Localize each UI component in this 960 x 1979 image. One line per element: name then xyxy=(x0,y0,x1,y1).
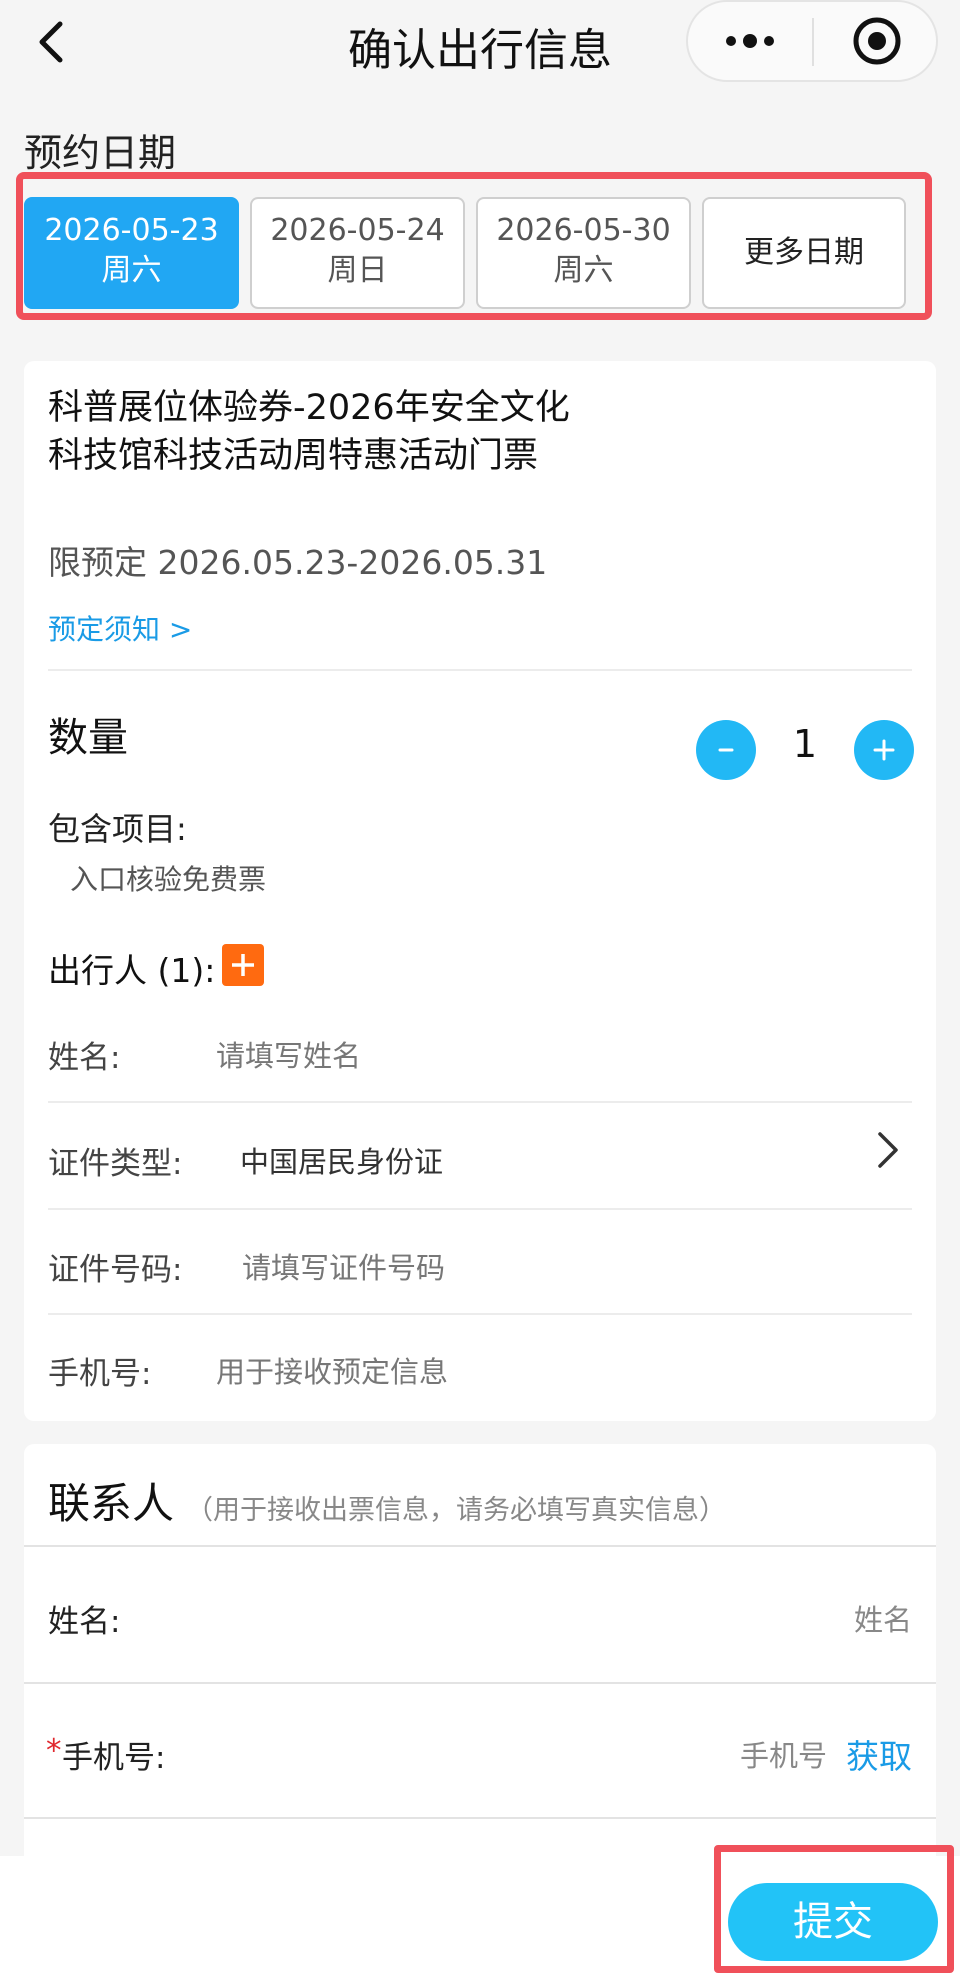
divider xyxy=(24,1545,936,1547)
id-type-select[interactable]: 中国居民身份证 xyxy=(240,1139,443,1181)
plus-icon xyxy=(232,954,254,976)
target-circle-icon xyxy=(853,17,901,65)
chevron-left-icon xyxy=(39,21,63,63)
quantity-increase-button[interactable] xyxy=(854,720,914,780)
contact-name-input[interactable]: 姓名 xyxy=(854,1597,912,1639)
capsule-divider xyxy=(812,18,814,66)
more-dots-icon xyxy=(726,34,774,48)
traveler-label: 出行人 (1): xyxy=(48,951,216,990)
traveler-phone-input[interactable]: 用于接收预定信息 xyxy=(216,1349,448,1391)
includes-label: 包含项目: xyxy=(48,810,187,848)
back-button[interactable] xyxy=(30,12,80,72)
contact-phone-input[interactable]: 手机号 xyxy=(740,1733,827,1775)
add-traveler-button[interactable] xyxy=(222,944,264,986)
ticket-date-limit: 限预定 2026.05.23-2026.05.31 xyxy=(48,543,548,582)
booking-notice-link[interactable]: 预定须知 > xyxy=(48,608,192,648)
minus-icon xyxy=(718,748,734,752)
quantity-value: 1 xyxy=(792,722,818,766)
id-number-label: 证件号码: xyxy=(48,1252,183,1288)
quantity-decrease-button[interactable] xyxy=(696,720,756,780)
close-miniprogram-button[interactable] xyxy=(830,8,930,74)
divider xyxy=(48,1208,912,1210)
traveler-phone-label: 手机号: xyxy=(48,1356,152,1392)
traveler-name-input[interactable]: 请填写姓名 xyxy=(216,1033,361,1075)
fetch-phone-button[interactable]: 获取 xyxy=(846,1730,912,1778)
id-type-label: 证件类型: xyxy=(48,1146,183,1182)
contact-name-label: 姓名: xyxy=(48,1604,121,1640)
required-asterisk: * xyxy=(46,1733,62,1769)
divider xyxy=(48,669,912,671)
contact-title: 联系人 xyxy=(48,1479,175,1528)
divider xyxy=(24,1682,936,1684)
highlight-box xyxy=(714,1845,954,1973)
includes-item: 入口核验免费票 xyxy=(70,863,267,896)
divider xyxy=(48,1101,912,1103)
more-options-button[interactable] xyxy=(705,8,805,74)
plus-icon xyxy=(873,739,895,761)
ticket-title: 科普展位体验券-2026年安全文化科技馆科技活动周特惠活动门票 xyxy=(48,388,570,476)
highlight-box xyxy=(16,172,932,320)
traveler-name-label: 姓名: xyxy=(48,1040,121,1076)
quantity-label: 数量 xyxy=(48,715,128,761)
contact-hint: （用于接收出票信息，请务必填写真实信息） xyxy=(186,1495,726,1526)
contact-phone-label: 手机号: xyxy=(62,1740,166,1776)
date-section-title: 预约日期 xyxy=(24,131,177,175)
id-number-input[interactable]: 请填写证件号码 xyxy=(242,1245,445,1287)
chevron-right-icon[interactable] xyxy=(872,1128,902,1172)
divider xyxy=(48,1313,912,1315)
divider xyxy=(24,1817,936,1819)
